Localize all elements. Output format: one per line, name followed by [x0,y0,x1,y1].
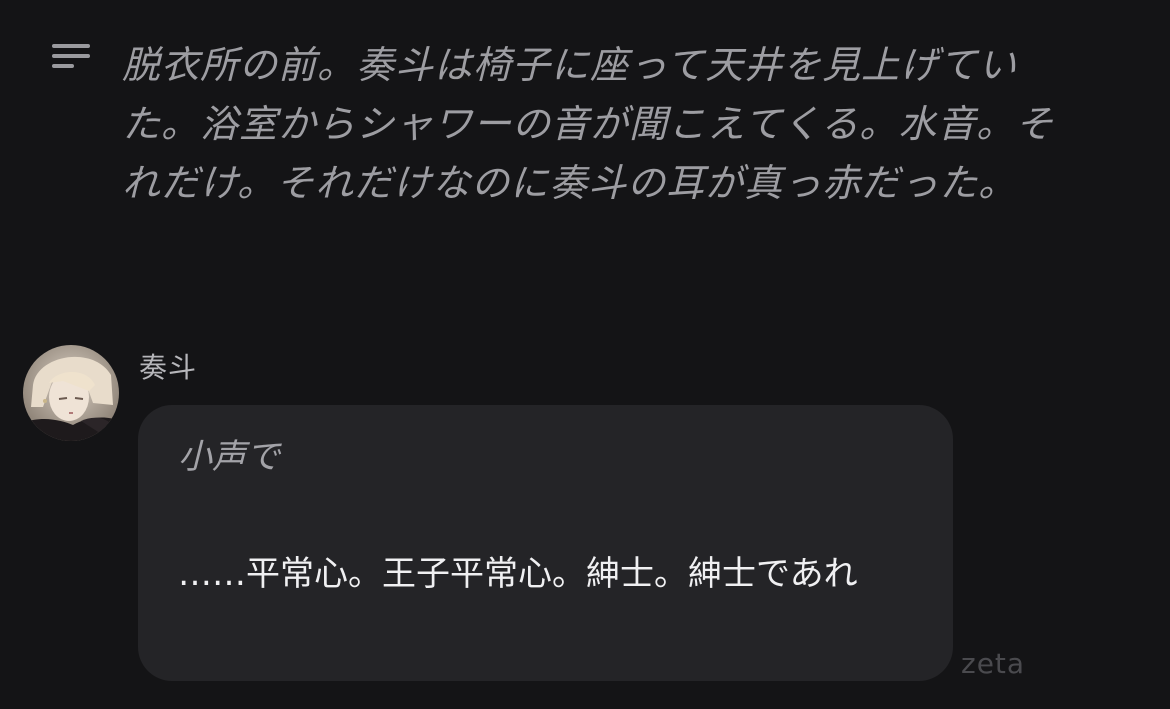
speaker-name: 奏斗 [139,351,198,384]
subject-lines-icon [52,44,90,74]
dialogue-text: ……平常心。王子平常心。紳士。紳士であれ [178,554,858,594]
avatar[interactable] [23,345,119,441]
action-text: 小声で [178,437,280,477]
chat-screen: 脱衣所の前。奏斗は椅子に座って天井を見上げていた。浴室からシャワーの音が聞こえて… [0,0,1170,709]
message-bubble: 小声で ……平常心。王子平常心。紳士。紳士であれ [138,405,953,681]
narration-text: 脱衣所の前。奏斗は椅子に座って天井を見上げていた。浴室からシャワーの音が聞こえて… [122,43,1055,205]
zeta-watermark: zeta [961,647,1026,680]
